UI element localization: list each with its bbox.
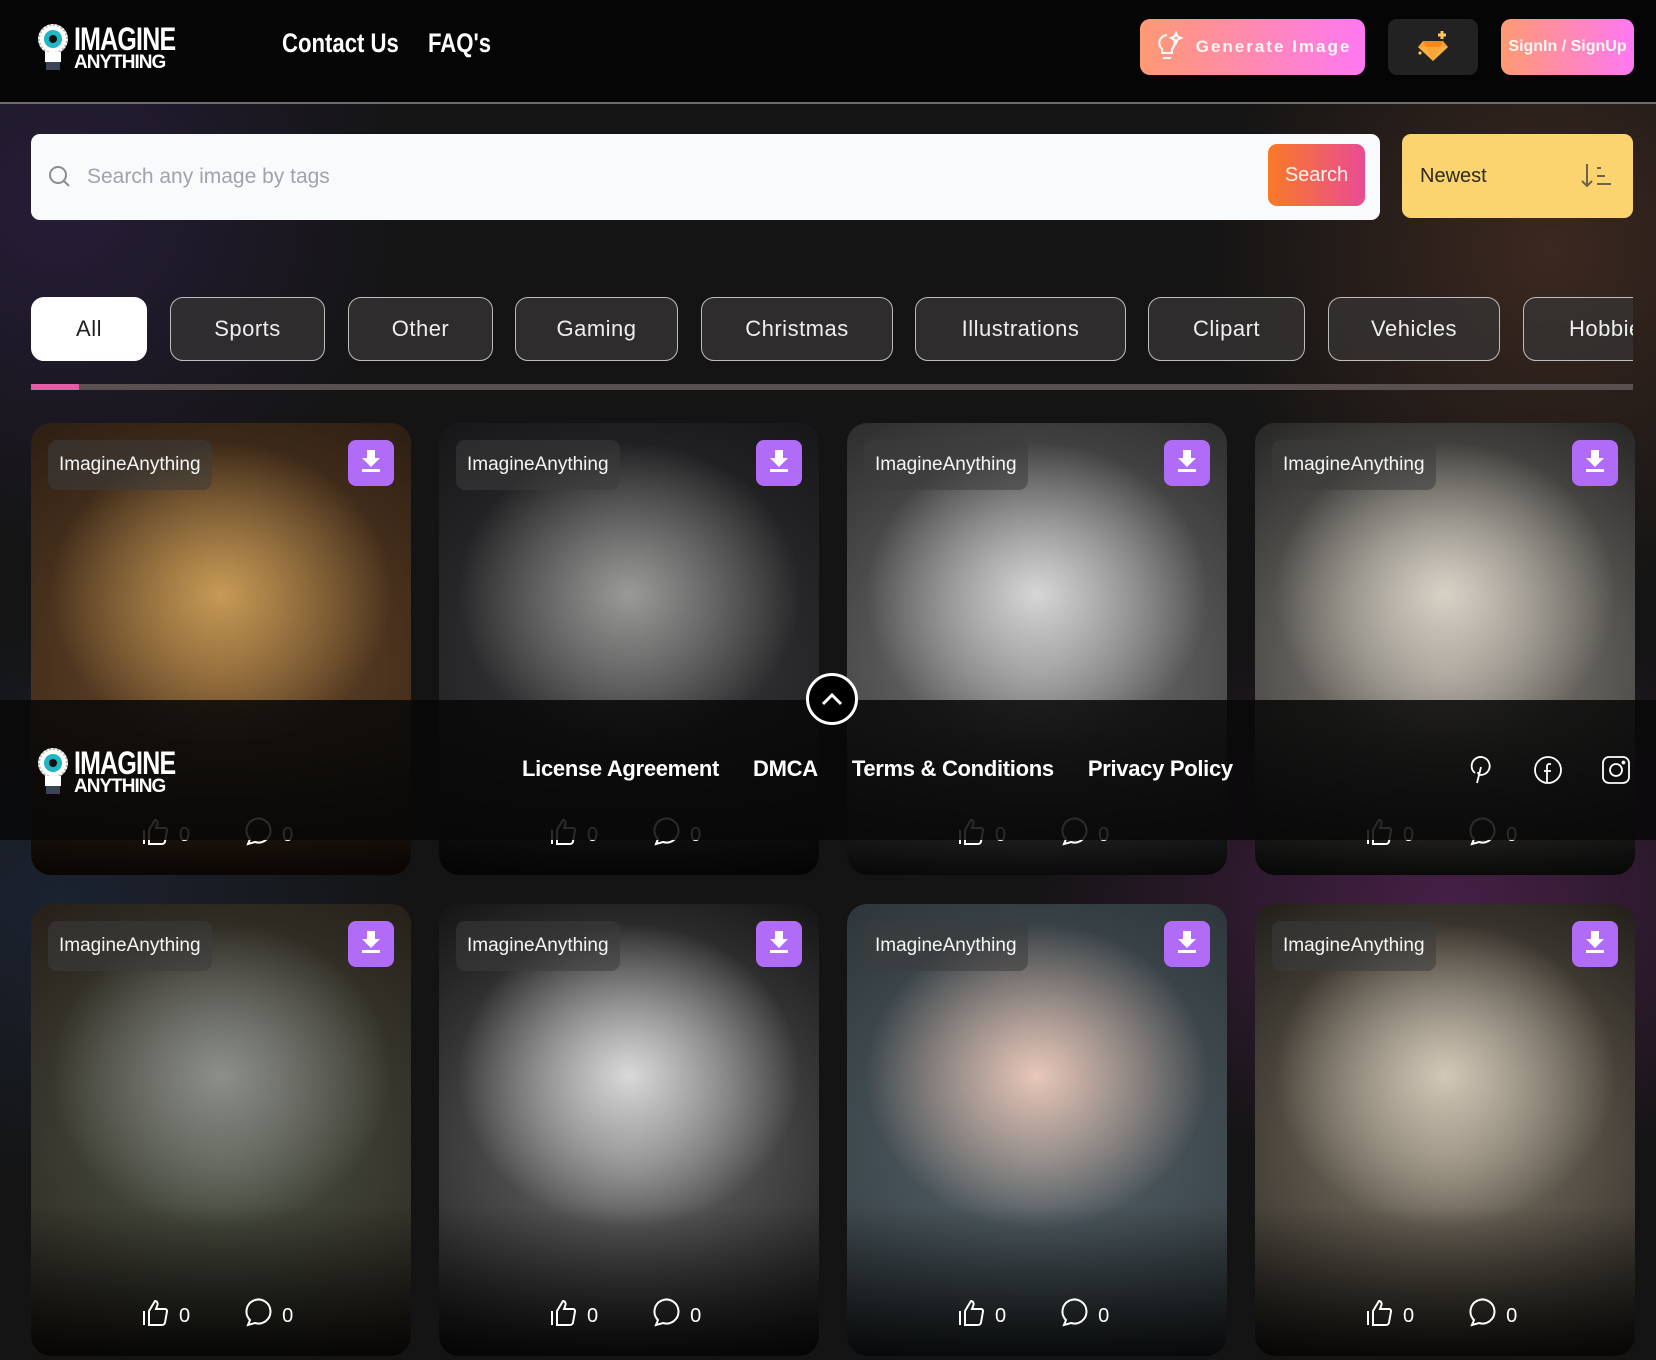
category-tab-illustrations[interactable]: Illustrations <box>915 297 1126 361</box>
gallery-card[interactable]: ImagineAnything 0 0 <box>31 904 411 1356</box>
category-tab-gaming[interactable]: Gaming <box>515 297 678 361</box>
sort-descending-icon <box>1581 164 1611 188</box>
download-button[interactable] <box>348 440 394 486</box>
top-navbar: IMAGINE ANYTHING Contact Us FAQ's Genera… <box>0 0 1656 104</box>
premium-button[interactable] <box>1388 19 1478 75</box>
category-tab-sports[interactable]: Sports <box>170 297 325 361</box>
like-count: 0 <box>179 1304 191 1327</box>
search-icon <box>49 166 70 187</box>
search-bar: Search <box>31 134 1380 220</box>
download-button[interactable] <box>756 440 802 486</box>
watermark-label: ImagineAnything <box>864 440 1028 490</box>
like-button[interactable]: 0 <box>1365 1298 1414 1334</box>
lightbulb-eye-icon <box>36 24 70 72</box>
sort-selected-value: Newest <box>1420 164 1487 187</box>
watermark-label: ImagineAnything <box>1272 440 1436 490</box>
comment-count: 0 <box>282 1304 294 1327</box>
lightbulb-sparkle-icon <box>1158 31 1184 59</box>
footer-link-privacy[interactable]: Privacy Policy <box>1088 756 1233 782</box>
download-icon <box>1582 448 1608 479</box>
comment-icon <box>242 1298 274 1334</box>
category-tab-all[interactable]: All <box>31 297 147 361</box>
download-button[interactable] <box>1572 440 1618 486</box>
thumbs-up-icon <box>141 1298 171 1334</box>
category-tab-vehicles[interactable]: Vehicles <box>1328 297 1500 361</box>
comment-count: 0 <box>1098 1304 1110 1327</box>
like-count: 0 <box>587 1304 599 1327</box>
search-button[interactable]: Search <box>1268 144 1365 206</box>
like-button[interactable]: 0 <box>141 1298 190 1334</box>
comment-button[interactable]: 0 <box>650 1298 701 1334</box>
comment-count: 0 <box>1506 1304 1518 1327</box>
pinterest-link[interactable] <box>1463 752 1499 788</box>
facebook-link[interactable] <box>1530 752 1566 788</box>
watermark-label: ImagineAnything <box>456 440 620 490</box>
instagram-icon <box>1602 756 1630 784</box>
thumbs-up-icon <box>549 1298 579 1334</box>
category-tabs: All Sports Other Gaming Christmas Illust… <box>31 297 1633 361</box>
gallery-card[interactable]: ImagineAnything 0 0 <box>847 904 1227 1356</box>
nav-faqs[interactable]: FAQ's <box>428 28 491 59</box>
download-button[interactable] <box>1572 921 1618 967</box>
watermark-label: ImagineAnything <box>48 921 212 971</box>
lightbulb-eye-icon <box>36 748 70 796</box>
download-icon <box>358 929 384 960</box>
footer-brand-logo[interactable]: IMAGINE ANYTHING <box>36 745 204 796</box>
download-button[interactable] <box>1164 921 1210 967</box>
brand-logo[interactable]: IMAGINE ANYTHING <box>36 21 204 72</box>
scroll-to-top-button[interactable] <box>806 673 858 725</box>
comment-icon <box>1466 1298 1498 1334</box>
brand-line1: IMAGINE <box>74 21 176 58</box>
thumbs-up-icon <box>1365 1298 1395 1334</box>
comment-count: 0 <box>690 1304 702 1327</box>
category-tab-hobbies[interactable]: Hobbie <box>1523 297 1633 361</box>
footer-link-dmca[interactable]: DMCA <box>753 756 818 782</box>
comment-button[interactable]: 0 <box>1466 1298 1517 1334</box>
sort-dropdown[interactable]: Newest <box>1402 134 1633 218</box>
category-tab-clipart[interactable]: Clipart <box>1148 297 1305 361</box>
download-icon <box>358 448 384 479</box>
signin-signup-button[interactable]: SignIn / SignUp <box>1501 19 1634 75</box>
category-tab-other[interactable]: Other <box>348 297 493 361</box>
like-button[interactable]: 0 <box>957 1298 1006 1334</box>
download-button[interactable] <box>348 921 394 967</box>
footer-link-terms[interactable]: Terms & Conditions <box>852 756 1054 782</box>
generate-image-button[interactable]: Generate Image <box>1140 19 1365 75</box>
comment-icon <box>650 1298 682 1334</box>
thumbs-up-icon <box>957 1298 987 1334</box>
download-icon <box>766 929 792 960</box>
category-tab-christmas[interactable]: Christmas <box>701 297 893 361</box>
comment-button[interactable]: 0 <box>242 1298 293 1334</box>
footer-link-license[interactable]: License Agreement <box>522 756 719 782</box>
comment-icon <box>1058 1298 1090 1334</box>
category-scrollbar-thumb[interactable] <box>31 384 80 390</box>
instagram-link[interactable] <box>1598 752 1634 788</box>
download-button[interactable] <box>1164 440 1210 486</box>
watermark-label: ImagineAnything <box>1272 921 1436 971</box>
category-scrollbar[interactable] <box>31 384 1633 390</box>
download-icon <box>1174 929 1200 960</box>
nav-contact-us[interactable]: Contact Us <box>282 28 399 59</box>
footer-brand-line1: IMAGINE <box>74 745 176 782</box>
chevron-up-icon <box>821 692 843 706</box>
pinterest-icon <box>1470 756 1491 784</box>
download-button[interactable] <box>756 921 802 967</box>
search-input[interactable] <box>87 152 1187 202</box>
download-icon <box>766 448 792 479</box>
diamond-icon <box>1418 31 1448 61</box>
like-count: 0 <box>1403 1304 1415 1327</box>
generate-image-label: Generate Image <box>1195 37 1352 56</box>
gallery-card[interactable]: ImagineAnything 0 0 <box>1255 904 1635 1356</box>
like-count: 0 <box>995 1304 1007 1327</box>
comment-button[interactable]: 0 <box>1058 1298 1109 1334</box>
download-icon <box>1582 929 1608 960</box>
watermark-label: ImagineAnything <box>864 921 1028 971</box>
watermark-label: ImagineAnything <box>48 440 212 490</box>
download-icon <box>1174 448 1200 479</box>
watermark-label: ImagineAnything <box>456 921 620 971</box>
facebook-icon <box>1534 756 1562 784</box>
like-button[interactable]: 0 <box>549 1298 598 1334</box>
gallery-card[interactable]: ImagineAnything 0 0 <box>439 904 819 1356</box>
